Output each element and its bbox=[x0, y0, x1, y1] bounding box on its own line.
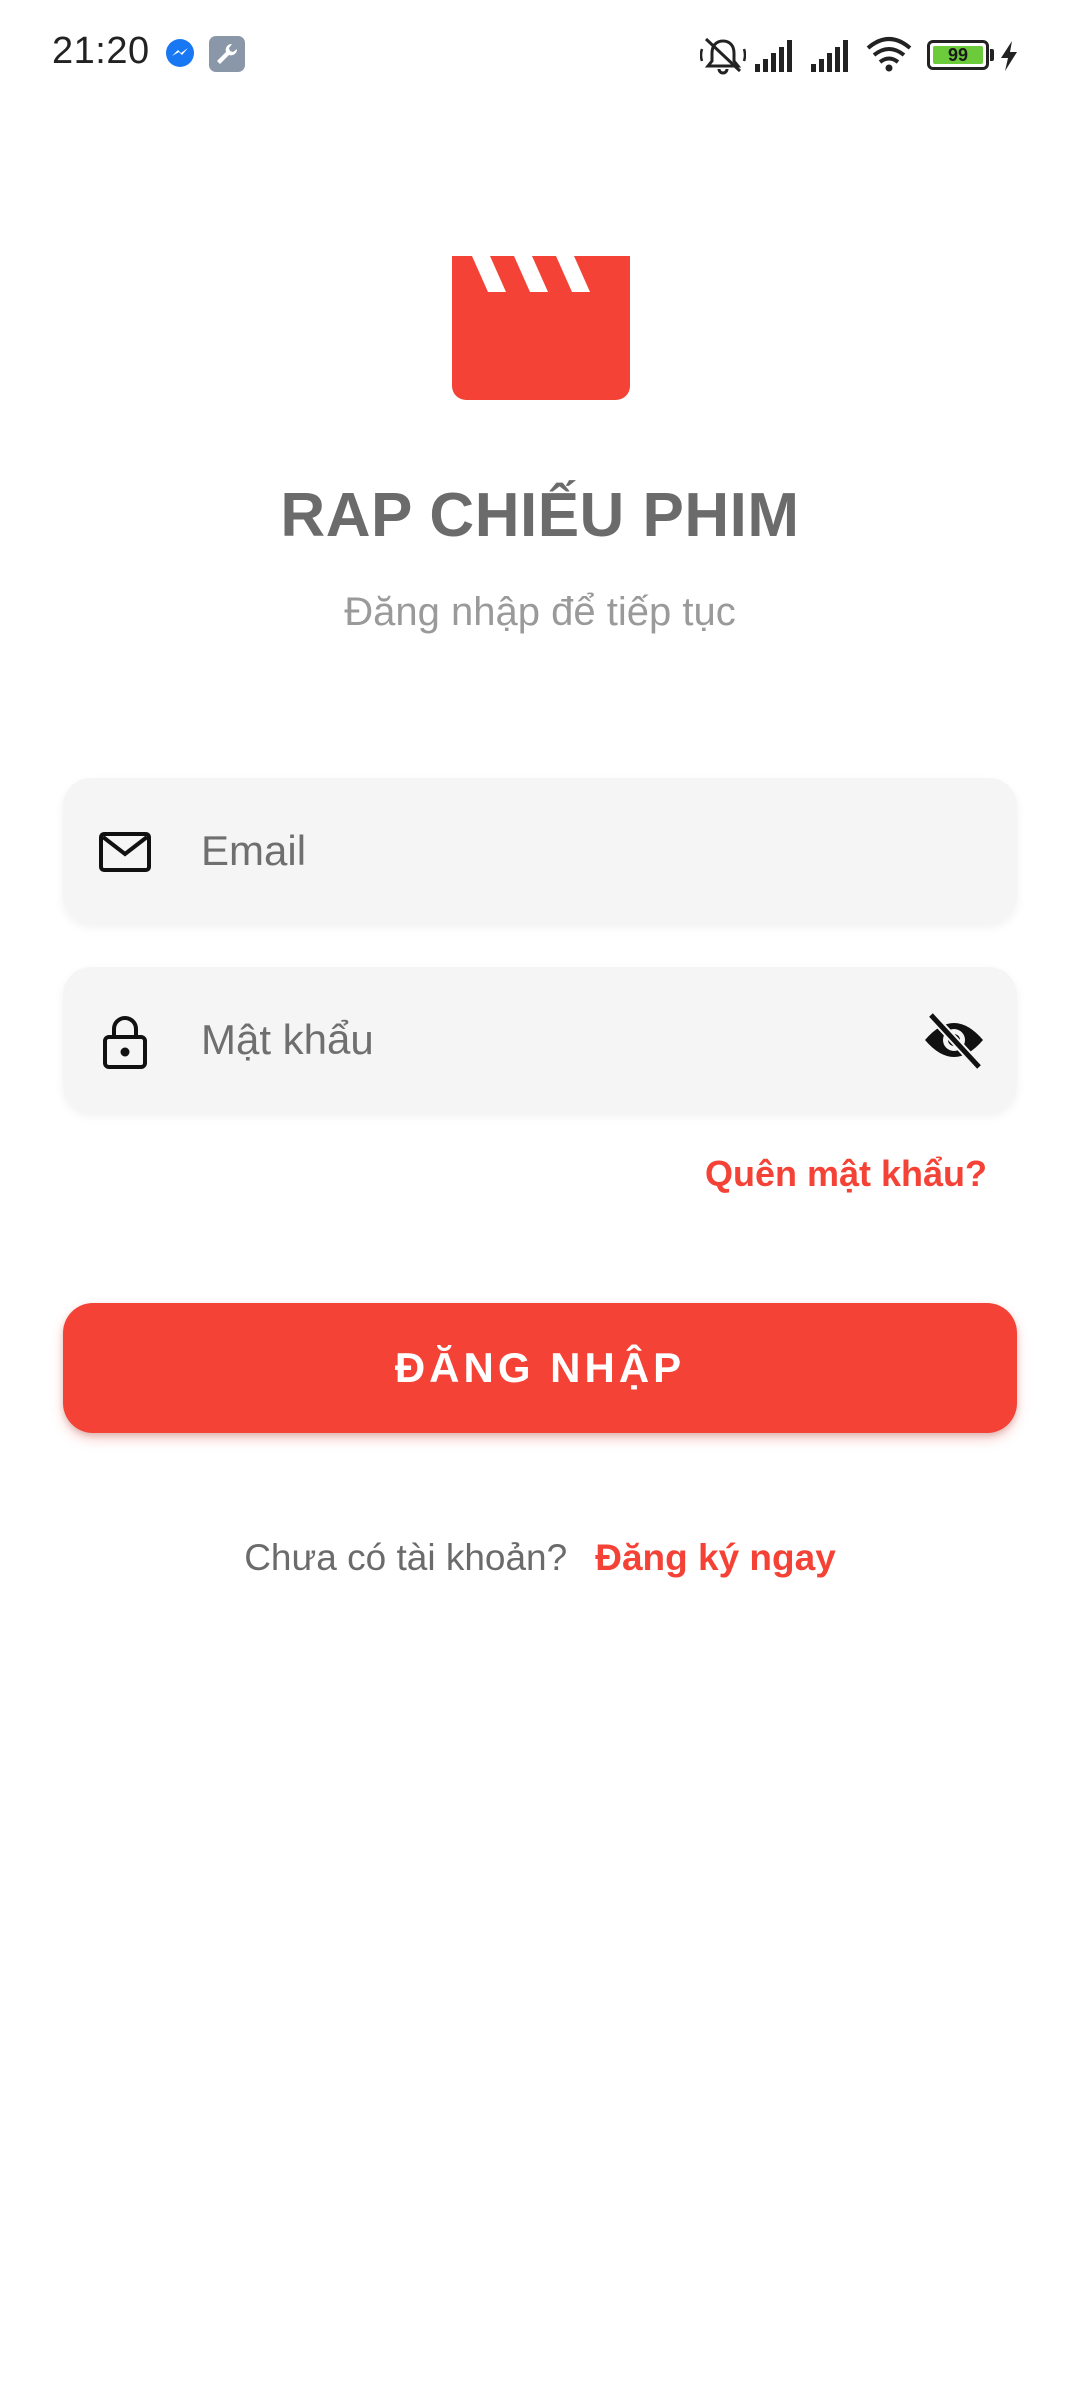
lock-icon bbox=[103, 1016, 147, 1069]
wrench-icon bbox=[209, 36, 245, 72]
signup-link[interactable]: Đăng ký ngay bbox=[595, 1537, 836, 1578]
clapperboard-icon bbox=[452, 256, 630, 400]
email-field-container[interactable] bbox=[63, 778, 1017, 923]
signal-icon bbox=[811, 40, 848, 72]
signup-prompt: Chưa có tài khoản? bbox=[244, 1537, 568, 1578]
signup-row: Chưa có tài khoản? Đăng ký ngay bbox=[0, 1537, 1080, 1579]
battery-cap bbox=[990, 49, 994, 61]
password-input[interactable] bbox=[201, 967, 841, 1112]
muted-bell-icon bbox=[700, 37, 746, 75]
eye-off-icon[interactable] bbox=[921, 1007, 987, 1073]
forgot-password-link[interactable]: Quên mật khẩu? bbox=[705, 1153, 987, 1195]
charging-icon bbox=[1001, 41, 1017, 71]
email-input[interactable] bbox=[201, 778, 961, 923]
password-field-container[interactable] bbox=[63, 967, 1017, 1112]
wifi-icon bbox=[866, 37, 912, 72]
battery-icon: 99 bbox=[927, 40, 989, 70]
messenger-icon bbox=[166, 39, 194, 67]
app-subtitle: Đăng nhập để tiếp tục bbox=[344, 590, 736, 634]
battery-level: 99 bbox=[947, 45, 969, 65]
status-time: 21:20 bbox=[52, 30, 150, 72]
mail-icon bbox=[99, 832, 151, 872]
app-title: RAP CHIẾU PHIM bbox=[280, 481, 800, 550]
status-bar: 21:20 99 bbox=[0, 0, 1080, 110]
signal-icon bbox=[755, 40, 792, 72]
login-button[interactable]: ĐĂNG NHẬP bbox=[63, 1303, 1017, 1433]
